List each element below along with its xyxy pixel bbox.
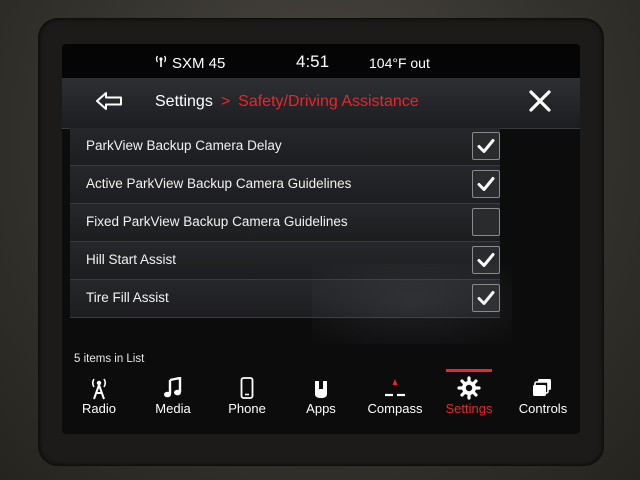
list-item-label: ParkView Backup Camera Delay [86,138,282,153]
nav-phone[interactable]: Phone [210,369,284,434]
compass-icon [383,375,407,401]
checkmark-icon [477,291,495,305]
nav-label: Compass [367,401,423,416]
back-button[interactable] [84,88,134,118]
nav-apps[interactable]: Apps [284,369,358,434]
bottom-nav: Radio Media Phone Apps Compass Settings … [62,369,580,434]
settings-list: ParkView Backup Camera Delay Active Park… [70,128,500,318]
radio-antenna-icon [88,375,110,401]
back-arrow-icon [94,90,124,117]
active-indicator [446,369,492,372]
controls-icon [532,375,554,401]
infotainment-screen: SXM 45 4:51 104°F out Settings > Safety/… [62,44,580,434]
checkmark-icon [477,177,495,191]
status-radio: SXM 45 [154,54,225,72]
nav-label: Radio [82,401,116,416]
satellite-signal-icon [154,54,168,72]
nav-compass[interactable]: Compass [358,369,432,434]
status-bar: SXM 45 4:51 104°F out [62,44,580,78]
nav-media[interactable]: Media [136,369,210,434]
list-item-label: Fixed ParkView Backup Camera Guidelines [86,214,348,229]
checkbox[interactable] [472,132,500,160]
breadcrumb-parent[interactable]: Settings [155,93,213,111]
list-item[interactable]: Fixed ParkView Backup Camera Guidelines [70,204,500,242]
nav-settings[interactable]: Settings [432,369,506,434]
radio-station-label: SXM 45 [172,54,226,72]
list-item-label: Hill Start Assist [86,252,177,267]
nav-label: Apps [306,401,336,416]
list-item[interactable]: Tire Fill Assist [70,280,500,318]
list-item-label: Tire Fill Assist [86,290,169,305]
nav-label: Phone [228,401,266,416]
nav-label: Media [155,401,191,416]
checkmark-icon [477,253,495,267]
list-item[interactable]: Hill Start Assist [70,242,500,280]
page-header: Settings > Safety/Driving Assistance [62,78,580,129]
clock: 4:51 [296,52,330,71]
gear-icon [457,375,481,401]
phone-icon [240,375,254,401]
close-icon [528,89,552,118]
checkbox[interactable] [472,208,500,236]
checkbox[interactable] [472,170,500,198]
nav-radio[interactable]: Radio [62,369,136,434]
apps-icon [313,375,329,401]
checkbox[interactable] [472,284,500,312]
list-item[interactable]: Active ParkView Backup Camera Guidelines [70,166,500,204]
nav-label: Settings [445,401,493,416]
music-note-icon [163,375,183,401]
nav-label: Controls [518,401,568,416]
checkbox[interactable] [472,246,500,274]
checkmark-icon [477,139,495,153]
breadcrumb-current: Safety/Driving Assistance [238,93,419,110]
outside-temperature: 104°F out [369,55,430,71]
breadcrumb: Settings > Safety/Driving Assistance [155,93,419,111]
list-item-label: Active ParkView Backup Camera Guidelines [86,176,352,191]
close-button[interactable] [524,88,556,118]
breadcrumb-separator: > [220,93,231,110]
nav-controls[interactable]: Controls [506,369,580,434]
list-count: 5 items in List [74,353,145,365]
list-item[interactable]: ParkView Backup Camera Delay [70,128,500,166]
